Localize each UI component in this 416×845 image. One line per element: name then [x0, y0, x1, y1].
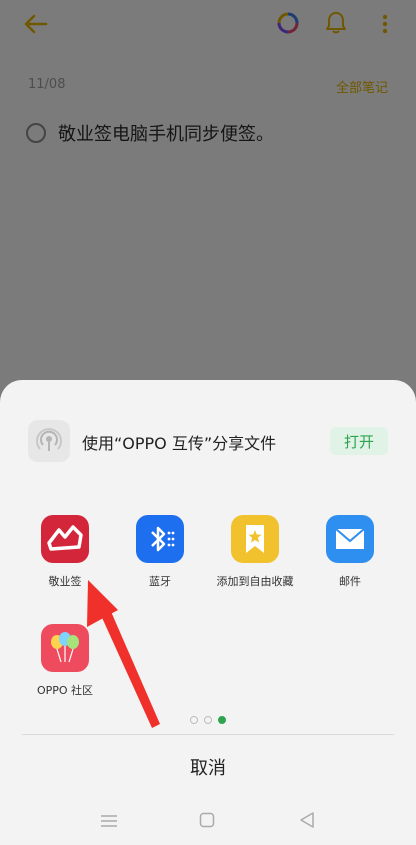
share-target-label: 邮件 — [339, 575, 361, 588]
share-target-label: 蓝牙 — [149, 575, 171, 588]
share-target-bluetooth[interactable]: 蓝牙 — [112, 515, 208, 605]
favorites-icon — [231, 515, 279, 563]
oppo-share-text: 使用“OPPO 互传”分享文件 — [82, 434, 277, 453]
divider — [22, 734, 394, 735]
share-target-label: OPPO 社区 — [36, 684, 94, 697]
page-dot — [204, 716, 212, 724]
page-dot — [190, 716, 198, 724]
open-button[interactable]: 打开 — [330, 427, 388, 455]
oppo-share-row[interactable]: 使用“OPPO 互传”分享文件 打开 — [28, 418, 390, 464]
bluetooth-icon — [136, 515, 184, 563]
cancel-button[interactable]: 取消 — [0, 754, 416, 780]
share-target-label: 添加到自由收藏 — [216, 575, 294, 588]
page-dot-active — [218, 716, 226, 724]
oppo-community-icon — [41, 624, 89, 672]
share-target-label: 敬业签 — [48, 575, 82, 588]
jingyeqian-app-icon — [41, 515, 89, 563]
share-target-mail[interactable]: 邮件 — [302, 515, 398, 605]
system-nav-bar — [0, 796, 416, 845]
oppo-share-icon — [28, 420, 70, 462]
nav-back-icon[interactable] — [298, 811, 316, 829]
home-icon[interactable] — [199, 812, 215, 828]
share-target-favorites[interactable]: 添加到自由收藏 — [207, 515, 303, 605]
recent-apps-icon[interactable] — [100, 814, 118, 828]
share-target-oppo-community[interactable]: OPPO 社区 — [17, 624, 113, 714]
share-target-jingyeqian[interactable]: 敬业签 — [17, 515, 113, 605]
mail-icon — [326, 515, 374, 563]
page-indicator — [0, 714, 416, 726]
